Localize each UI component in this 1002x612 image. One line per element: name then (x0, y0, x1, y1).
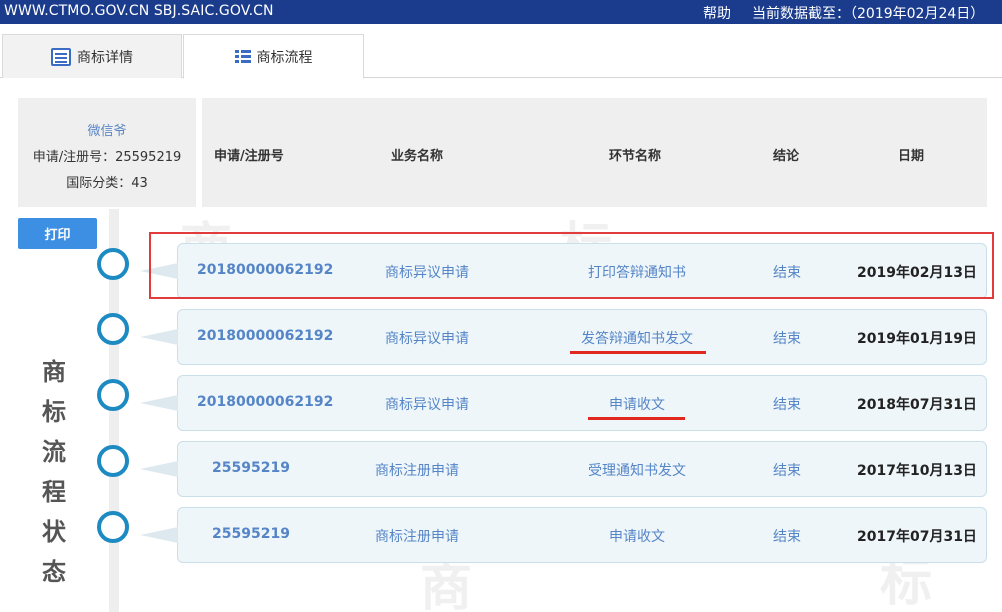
highlight-box (149, 232, 994, 299)
row-result: 结束 (773, 397, 801, 413)
row-reg-no: 25595219 (212, 460, 290, 476)
wechat-label: 微信爷 (87, 124, 127, 139)
row-date: 2017年10月13日 (857, 463, 977, 479)
table-header: 申请/注册号 业务名称 环节名称 结论 日期 (202, 98, 987, 207)
row-business: 商标注册申请 (375, 529, 459, 545)
row-date: 2017年07月31日 (857, 529, 977, 545)
tab-label: 商标详情 (77, 49, 133, 66)
row-business: 商标注册申请 (375, 463, 459, 479)
title-char: 态 (42, 558, 66, 586)
detail-icon (51, 47, 71, 66)
row-step: 申请收文 (609, 397, 665, 413)
tab-bar: 商标详情 商标流程 (0, 34, 1002, 79)
row-result: 结束 (773, 463, 801, 479)
row-reg-no: 20180000062192 (197, 328, 334, 344)
highlight-underline (588, 417, 685, 420)
column-header-date: 日期 (898, 149, 925, 164)
row-result: 结束 (773, 529, 801, 545)
site-urls: WWW.CTMO.GOV.CN SBJ.SAIC.GOV.CN (4, 3, 274, 19)
data-updated-date: 当前数据截至：（2019年02月24日） (752, 6, 985, 22)
process-row[interactable]: 25595219 商标注册申请 申请收文 结束 2017年07月31日 (140, 507, 987, 563)
row-date: 2019年01月19日 (857, 331, 977, 347)
process-row[interactable]: 20180000062192 商标异议申请 发答辩通知书发文 结束 2019年0… (140, 309, 987, 365)
column-header-result: 结论 (773, 149, 800, 164)
row-business: 商标异议申请 (385, 331, 469, 347)
tab-trademark-detail[interactable]: 商标详情 (2, 34, 182, 78)
title-char: 程 (42, 478, 66, 506)
highlight-underline (570, 351, 706, 354)
registration-number: 申请/注册号：25595219 (32, 150, 182, 165)
list-icon (234, 49, 251, 64)
row-step: 申请收文 (609, 529, 665, 545)
timeline-node (97, 248, 129, 280)
tab-trademark-process[interactable]: 商标流程 (183, 34, 364, 79)
timeline-node (97, 313, 129, 345)
timeline-node (97, 379, 129, 411)
top-bar: WWW.CTMO.GOV.CN SBJ.SAIC.GOV.CN 帮助 当前数据截… (0, 0, 1002, 24)
process-status-title: 商 标 流 程 状 态 (36, 352, 72, 592)
process-row[interactable]: 25595219 商标注册申请 受理通知书发文 结束 2017年10月13日 (140, 441, 987, 497)
timeline-node (97, 445, 129, 477)
tab-label: 商标流程 (256, 49, 313, 66)
trademark-info-box: 微信爷 申请/注册号：25595219 国际分类：43 (18, 98, 196, 207)
title-char: 状 (42, 518, 66, 546)
column-header-reg-no: 申请/注册号 (214, 149, 284, 164)
title-char: 流 (42, 438, 66, 466)
row-reg-no: 25595219 (212, 526, 290, 542)
row-step: 发答辩通知书发文 (581, 331, 693, 347)
print-button[interactable]: 打印 (18, 218, 97, 249)
title-char: 商 (42, 358, 66, 386)
column-header-step: 环节名称 (609, 149, 662, 164)
timeline-node (97, 511, 129, 543)
row-business: 商标异议申请 (385, 397, 469, 413)
process-row[interactable]: 20180000062192 商标异议申请 申请收文 结束 2018年07月31… (140, 375, 987, 431)
row-date: 2018年07月31日 (857, 397, 977, 413)
row-step: 受理通知书发文 (588, 463, 686, 479)
international-class: 国际分类：43 (66, 176, 148, 191)
row-reg-no: 20180000062192 (197, 394, 334, 410)
row-result: 结束 (773, 331, 801, 347)
column-header-business: 业务名称 (391, 149, 444, 164)
help-link[interactable]: 帮助 (703, 3, 731, 23)
title-char: 标 (42, 398, 66, 426)
